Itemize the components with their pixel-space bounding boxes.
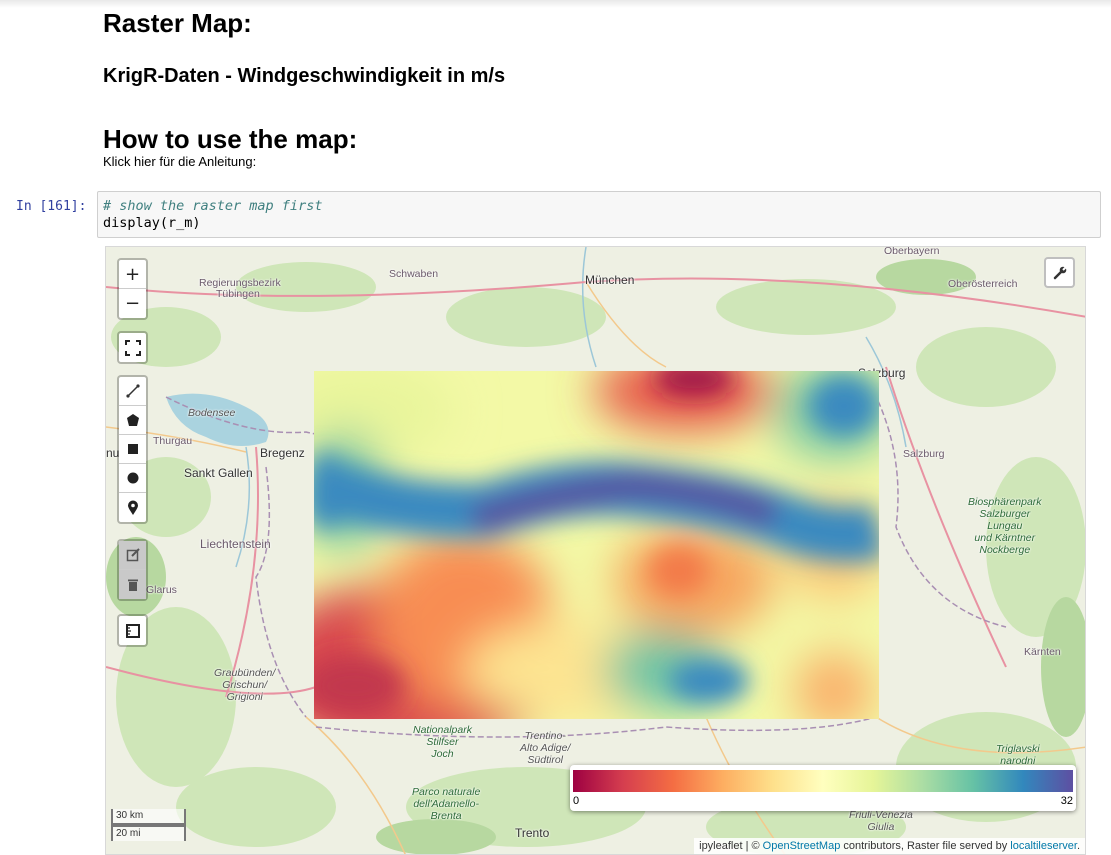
label-schwaben: Schwaben (389, 268, 439, 280)
cell-prompt: In [161]: (16, 199, 87, 214)
raster-map-heading: Raster Map: (103, 8, 252, 38)
edit-toolbar (117, 539, 148, 601)
rectangle-icon (127, 444, 138, 454)
code-cell[interactable]: # show the raster map first display(r_m) (97, 191, 1101, 238)
label-parco-naturale: Parco naturale dell'Adamello- Brenta (412, 786, 481, 822)
colorbar-max: 32 (1060, 795, 1073, 807)
wrench-icon (1053, 265, 1067, 279)
zoom-out-button[interactable]: − (119, 289, 146, 318)
label-trento: Trento (515, 826, 550, 840)
label-liechtenstein: Liechtenstein (200, 537, 271, 551)
circle-icon (127, 472, 138, 484)
label-bregenz: Bregenz (260, 446, 305, 460)
fullscreen-icon (124, 339, 141, 356)
draw-toolbar (117, 375, 148, 524)
delete-layers-button[interactable] (119, 570, 146, 599)
trash-icon (127, 579, 138, 591)
label-nationalpark: Nationalpark Stilfser Joch (413, 724, 472, 760)
draw-polyline-button[interactable] (119, 377, 146, 406)
edit-icon (126, 548, 140, 562)
label-muenchen: München (585, 273, 635, 287)
localtileserver-link[interactable]: localtileserver (1010, 840, 1077, 852)
colorbar-gradient (573, 770, 1073, 792)
label-biosphaerenpark: Biosphärenpark Salzburger Lungau und Kär… (968, 496, 1042, 556)
label-triglavski: Triglavski narodni (996, 743, 1040, 767)
settings-button[interactable] (1044, 257, 1075, 288)
label-graubuenden: Graubünden/ Grischun/ Grigioni (214, 667, 276, 703)
edit-layers-button[interactable] (119, 541, 146, 570)
label-friuli: Friuli-Venezia Giulia (849, 809, 913, 833)
top-shadow (0, 0, 1111, 8)
label-trentino: Trentino- Alto Adige/ Südtirol (520, 730, 571, 766)
polyline-icon (125, 384, 140, 398)
code-comment: # show the raster map first (103, 198, 323, 214)
label-thurgau: Thurgau (153, 435, 193, 447)
draw-rectangle-button[interactable] (119, 435, 146, 464)
fullscreen-button[interactable] (119, 333, 146, 362)
colorbar-legend: 0 32 (570, 765, 1076, 811)
attribution: ipyleaflet | © OpenStreetMap contributor… (694, 838, 1085, 854)
dataset-heading: KrigR-Daten - Windgeschwindigkeit in m/s (103, 65, 506, 87)
ruler-icon (125, 623, 140, 638)
fullscreen-control (117, 331, 148, 364)
colorbar-min: 0 (573, 795, 580, 807)
raster-overlay (314, 371, 879, 719)
marker-icon (127, 500, 138, 515)
label-kaernten: Kärnten (1024, 646, 1061, 658)
how-to-heading: How to use the map: (103, 124, 358, 154)
draw-marker-button[interactable] (119, 493, 146, 522)
label-oberbayern: Oberbayern (884, 246, 940, 257)
draw-polygon-button[interactable] (119, 406, 146, 435)
measure-button[interactable] (119, 616, 146, 645)
zoom-in-button[interactable]: + (119, 260, 146, 289)
label-glarus: Glarus (146, 584, 177, 596)
scale-km: 30 km (111, 809, 186, 825)
label-salzburg-state: Salzburg (903, 448, 945, 460)
label-oberoesterreich: Oberösterreich (948, 278, 1018, 290)
label-tuebingen: Tübingen (216, 288, 260, 300)
zoom-control: + − (117, 258, 148, 320)
osm-link[interactable]: OpenStreetMap (763, 840, 841, 852)
layer-control (117, 614, 148, 647)
map-widget[interactable]: Oberbayern Regierungsbezirk Tübingen Sch… (105, 246, 1086, 855)
label-bodensee: Bodensee (188, 407, 236, 419)
label-sankt-gallen: Sankt Gallen (184, 466, 253, 480)
code-line: display(r_m) (103, 215, 201, 231)
scale-mi: 20 mi (111, 825, 186, 841)
instructions-text: Klick hier für die Anleitung: (103, 154, 257, 169)
draw-circle-button[interactable] (119, 464, 146, 493)
polygon-icon (126, 414, 139, 426)
